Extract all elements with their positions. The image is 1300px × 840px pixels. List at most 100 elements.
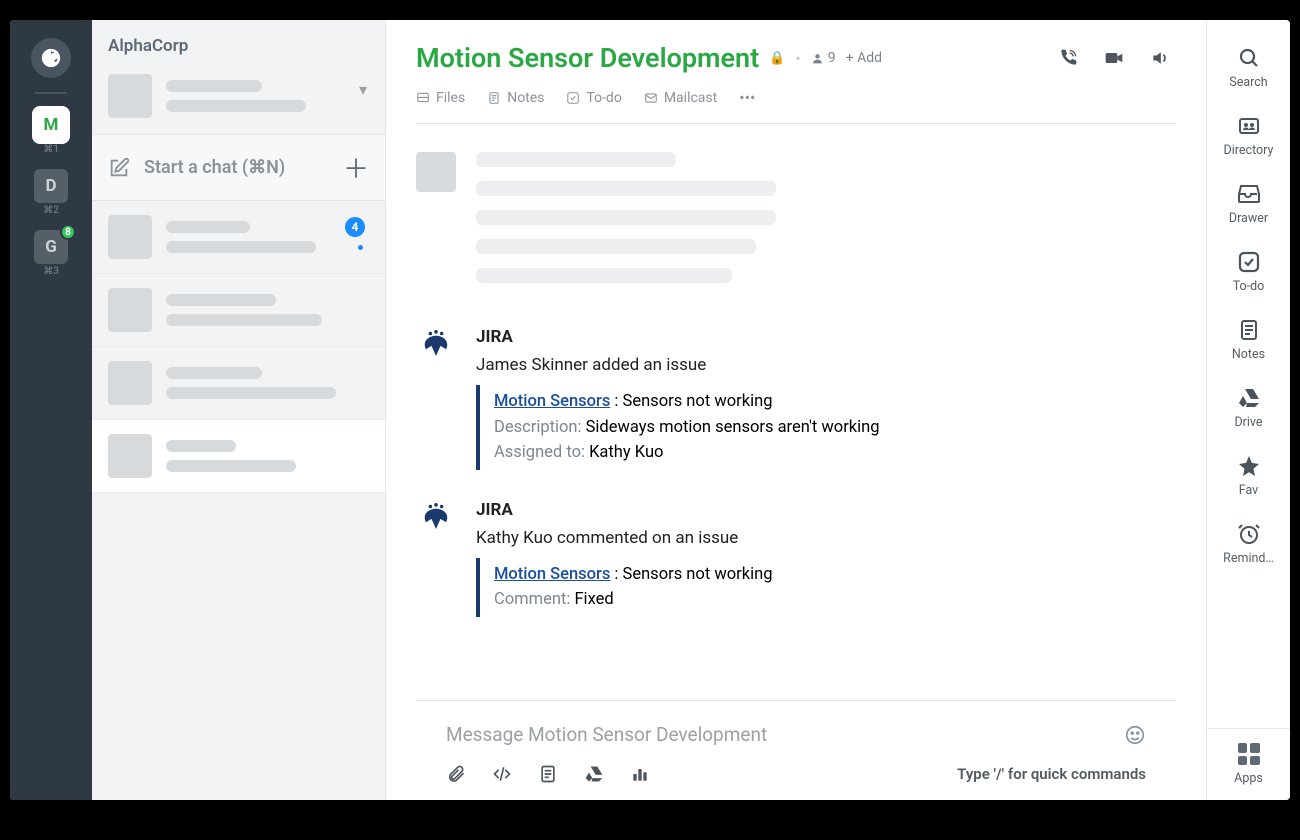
- skeleton-line: [166, 387, 336, 399]
- channel-header: Motion Sensor Development 🔒 • 9 + Add F: [386, 20, 1206, 124]
- rail-todo[interactable]: To-do: [1207, 238, 1290, 306]
- skeleton-line: [166, 241, 316, 253]
- skeleton-line: [166, 440, 236, 452]
- composer-input[interactable]: Message Motion Sensor Development: [446, 715, 1146, 764]
- avatar: [416, 152, 456, 192]
- avatar: [108, 361, 152, 405]
- main-panel: Motion Sensor Development 🔒 • 9 + Add F: [386, 20, 1206, 800]
- workspace-hotkey: ⌘3: [43, 266, 59, 277]
- rail-separator: [35, 92, 67, 94]
- jira-icon: [416, 500, 456, 540]
- video-icon[interactable]: [1104, 48, 1124, 68]
- rail-fav[interactable]: Fav: [1207, 442, 1290, 510]
- sidebar: AlphaCorp ▾ Start a chat (⌘N) ＋: [92, 20, 386, 800]
- emoji-icon[interactable]: [1124, 724, 1146, 746]
- org-header[interactable]: AlphaCorp: [92, 20, 385, 70]
- mail-icon: [644, 91, 658, 105]
- compose-icon: [108, 157, 130, 179]
- add-member-button[interactable]: + Add: [846, 50, 882, 66]
- code-icon[interactable]: [492, 764, 512, 784]
- workspace-d[interactable]: D ⌘2: [34, 169, 68, 216]
- message-skeleton: [416, 152, 1176, 297]
- workspace-g[interactable]: G 8 ⌘3: [34, 230, 68, 277]
- todo-icon: [1237, 250, 1261, 274]
- workspace-hotkey: ⌘1: [43, 144, 59, 155]
- search-icon: [1237, 46, 1261, 70]
- tab-todo[interactable]: To-do: [566, 90, 621, 106]
- issue-link[interactable]: Motion Sensors: [494, 565, 610, 584]
- chat-item[interactable]: [92, 420, 385, 493]
- clock-icon: [1237, 522, 1261, 546]
- issue-quote: Motion Sensors : Sensors not working Des…: [476, 385, 1176, 470]
- start-chat-row[interactable]: Start a chat (⌘N) ＋: [92, 134, 385, 201]
- channel-title: Motion Sensor Development: [416, 42, 759, 74]
- volume-icon[interactable]: [1150, 48, 1170, 68]
- drive-icon[interactable]: [584, 764, 604, 784]
- rail-drive[interactable]: Drive: [1207, 374, 1290, 442]
- drawer-icon: [1237, 182, 1261, 206]
- member-count[interactable]: 9: [811, 50, 836, 66]
- note-icon: [487, 91, 501, 105]
- lock-icon: 🔒: [769, 51, 785, 66]
- tab-mailcast[interactable]: Mailcast: [644, 90, 717, 106]
- workspace-hotkey: ⌘2: [43, 205, 59, 216]
- drive-icon: [1237, 386, 1261, 410]
- call-icon[interactable]: [1058, 48, 1078, 68]
- chat-item[interactable]: [92, 274, 385, 347]
- skeleton-line: [166, 100, 306, 112]
- message-app-name: JIRA: [476, 500, 1176, 520]
- message-jira: JIRA James Skinner added an issue Motion…: [416, 327, 1176, 470]
- message-app-name: JIRA: [476, 327, 1176, 347]
- issue-link[interactable]: Motion Sensors: [494, 392, 610, 411]
- plus-icon[interactable]: ＋: [343, 149, 369, 186]
- skeleton-line: [166, 221, 250, 233]
- more-icon[interactable]: •••: [739, 88, 755, 107]
- right-rail: Search Directory Drawer To-do Notes Driv…: [1206, 20, 1290, 800]
- start-chat-label: Start a chat (⌘N): [144, 157, 285, 178]
- jira-icon: [416, 327, 456, 367]
- app-window: M ⌘1 D ⌘2 G 8 ⌘3 AlphaCorp ▾: [10, 20, 1290, 800]
- skeleton-line: [166, 294, 276, 306]
- message-feed: JIRA James Skinner added an issue Motion…: [386, 124, 1206, 700]
- unread-dot: [358, 245, 363, 250]
- composer: Message Motion Sensor Development Type '…: [416, 700, 1176, 800]
- app-logo-icon[interactable]: [31, 38, 71, 78]
- chevron-down-icon[interactable]: ▾: [359, 80, 367, 99]
- rail-notes[interactable]: Notes: [1207, 306, 1290, 374]
- rail-directory[interactable]: Directory: [1207, 102, 1290, 170]
- separator-dot: •: [795, 49, 800, 68]
- message-summary: James Skinner added an issue: [476, 355, 1176, 375]
- rail-apps[interactable]: Apps: [1207, 728, 1290, 800]
- profile-row[interactable]: ▾: [92, 70, 385, 134]
- avatar: [108, 434, 152, 478]
- rail-drawer[interactable]: Drawer: [1207, 170, 1290, 238]
- star-icon: [1237, 454, 1261, 478]
- org-name: AlphaCorp: [108, 36, 188, 56]
- message-jira: JIRA Kathy Kuo commented on an issue Mot…: [416, 500, 1176, 617]
- issue-quote: Motion Sensors : Sensors not working Com…: [476, 558, 1176, 617]
- chat-item[interactable]: [92, 347, 385, 420]
- chat-item[interactable]: 4: [92, 201, 385, 274]
- rail-search[interactable]: Search: [1207, 34, 1290, 102]
- unread-badge: 4: [345, 217, 365, 237]
- message-summary: Kathy Kuo commented on an issue: [476, 528, 1176, 548]
- apps-icon: [1238, 743, 1260, 765]
- attach-icon[interactable]: [446, 764, 466, 784]
- workspace-m[interactable]: M ⌘1: [34, 108, 68, 155]
- avatar: [108, 288, 152, 332]
- tab-notes[interactable]: Notes: [487, 90, 544, 106]
- rail-remind[interactable]: Remind…: [1207, 510, 1290, 578]
- composer-hint: Type '/' for quick commands: [957, 765, 1146, 783]
- notes-icon: [1237, 318, 1261, 342]
- check-icon: [566, 91, 580, 105]
- directory-icon: [1237, 114, 1261, 138]
- composer-placeholder: Message Motion Sensor Development: [446, 723, 767, 746]
- drawer-icon: [416, 91, 430, 105]
- workspace-badge: 8: [60, 224, 76, 240]
- tab-files[interactable]: Files: [416, 90, 465, 106]
- avatar: [108, 215, 152, 259]
- poll-icon[interactable]: [630, 764, 650, 784]
- workspace-rail: M ⌘1 D ⌘2 G 8 ⌘3: [10, 20, 92, 800]
- avatar: [108, 74, 152, 118]
- note-icon[interactable]: [538, 764, 558, 784]
